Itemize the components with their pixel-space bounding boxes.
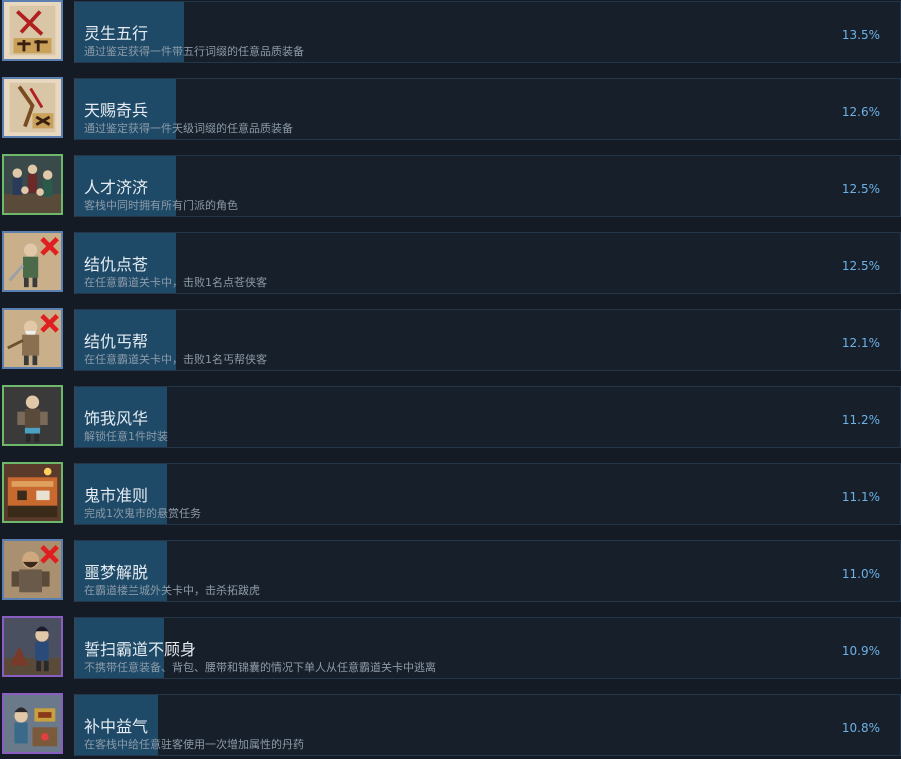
crowd-of-heroes-icon xyxy=(2,154,63,215)
achievement-row[interactable]: 鬼市准则 完成1次鬼市的悬赏任务 11.1% xyxy=(0,462,901,528)
achievement-description: 解锁任意1件时装 xyxy=(84,430,168,443)
unlock-percentage: 12.1% xyxy=(841,336,880,350)
achievement-title: 饰我风华 xyxy=(84,409,149,428)
heavenly-weapon-scroll-icon xyxy=(2,77,63,138)
achievement-progress-bar: 誓扫霸道不顾身 不携带任意装备、背包、腰带和锦囊的情况下单人从任意霸道关卡中逃离… xyxy=(74,617,901,679)
achievement-row[interactable]: 结仇丐帮 在任意霸道关卡中，击败1名丐帮侠客 12.1% xyxy=(0,308,901,374)
defeated-beggar-elder-icon xyxy=(2,308,63,369)
achievement-description: 在任意霸道关卡中，击败1名点苍侠客 xyxy=(84,276,267,289)
unlock-percentage: 11.1% xyxy=(841,490,880,504)
achievement-description: 通过鉴定获得一件天级词缀的任意品质装备 xyxy=(84,122,293,135)
unlock-percentage: 11.2% xyxy=(841,413,880,427)
achievement-description: 不携带任意装备、背包、腰带和锦囊的情况下单人从任意霸道关卡中逃离 xyxy=(84,661,436,674)
achievement-title: 人才济济 xyxy=(84,178,149,197)
achievement-row[interactable]: 誓扫霸道不顾身 不携带任意装备、背包、腰带和锦囊的情况下单人从任意霸道关卡中逃离… xyxy=(0,616,901,682)
unlock-percentage: 12.5% xyxy=(841,259,880,273)
costume-character-icon xyxy=(2,385,63,446)
achievement-description: 在客栈中给任意驻客使用一次增加属性的丹药 xyxy=(84,738,304,751)
achievement-description: 在霸道楼兰城外关卡中，击杀拓跋虎 xyxy=(84,584,260,597)
unlock-percentage: 12.6% xyxy=(841,105,880,119)
achievement-progress-bar: 噩梦解脱 在霸道楼兰城外关卡中，击杀拓跋虎 11.0% xyxy=(74,540,901,602)
achievement-row[interactable]: 灵生五行 通过鉴定获得一件带五行词缀的任意品质装备 13.5% xyxy=(0,0,901,66)
defeated-diancang-swordsman-icon xyxy=(2,231,63,292)
achievement-progress-bar: 结仇丐帮 在任意霸道关卡中，击败1名丐帮侠客 12.1% xyxy=(74,309,901,371)
unlock-percentage: 10.9% xyxy=(841,644,880,658)
lone-escapee-icon xyxy=(2,616,63,677)
achievement-title: 天赐奇兵 xyxy=(84,101,149,120)
achievement-progress-bar: 结仇点苍 在任意霸道关卡中，击败1名点苍侠客 12.5% xyxy=(74,232,901,294)
achievement-description: 在任意霸道关卡中，击败1名丐帮侠客 xyxy=(84,353,267,366)
achievement-description: 客栈中同时拥有所有门派的角色 xyxy=(84,199,238,212)
achievement-progress-bar: 灵生五行 通过鉴定获得一件带五行词缀的任意品质装备 13.5% xyxy=(74,1,901,63)
ghost-market-stall-icon xyxy=(2,462,63,523)
achievement-description: 通过鉴定获得一件带五行词缀的任意品质装备 xyxy=(84,45,304,58)
achievement-title: 誓扫霸道不顾身 xyxy=(84,640,197,659)
unlock-percentage: 12.5% xyxy=(841,182,880,196)
achievement-progress-bar: 饰我风华 解锁任意1件时装 11.2% xyxy=(74,386,901,448)
achievement-row[interactable]: 天赐奇兵 通过鉴定获得一件天级词缀的任意品质装备 12.6% xyxy=(0,77,901,143)
achievement-progress-bar: 人才济济 客栈中同时拥有所有门派的角色 12.5% xyxy=(74,155,901,217)
achievement-description: 完成1次鬼市的悬赏任务 xyxy=(84,507,201,520)
achievement-row[interactable]: 饰我风华 解锁任意1件时装 11.2% xyxy=(0,385,901,451)
achievement-title: 补中益气 xyxy=(84,717,149,736)
achievement-row[interactable]: 人才济济 客栈中同时拥有所有门派的角色 12.5% xyxy=(0,154,901,220)
achievement-row[interactable]: 结仇点苍 在任意霸道关卡中，击败1名点苍侠客 12.5% xyxy=(0,231,901,297)
achievement-row[interactable]: 补中益气 在客栈中给任意驻客使用一次增加属性的丹药 10.8% xyxy=(0,693,901,759)
elixir-innkeeper-icon xyxy=(2,693,63,754)
unlock-percentage: 13.5% xyxy=(841,28,880,42)
unlock-percentage: 10.8% xyxy=(841,721,880,735)
unlock-percentage: 11.0% xyxy=(841,567,880,581)
achievement-title: 灵生五行 xyxy=(84,24,149,43)
achievement-progress-bar: 补中益气 在客栈中给任意驻客使用一次增加属性的丹药 10.8% xyxy=(74,694,901,756)
achievement-progress-bar: 鬼市准则 完成1次鬼市的悬赏任务 11.1% xyxy=(74,463,901,525)
defeated-tuoba-hu-icon xyxy=(2,539,63,600)
achievement-progress-bar: 天赐奇兵 通过鉴定获得一件天级词缀的任意品质装备 12.6% xyxy=(74,78,901,140)
achievement-title: 鬼市准则 xyxy=(84,486,149,505)
achievement-row[interactable]: 噩梦解脱 在霸道楼兰城外关卡中，击杀拓跋虎 11.0% xyxy=(0,539,901,605)
achievement-title: 结仇点苍 xyxy=(84,255,149,274)
five-elements-scroll-icon xyxy=(2,0,63,61)
achievement-title: 噩梦解脱 xyxy=(84,563,149,582)
achievement-title: 结仇丐帮 xyxy=(84,332,149,351)
